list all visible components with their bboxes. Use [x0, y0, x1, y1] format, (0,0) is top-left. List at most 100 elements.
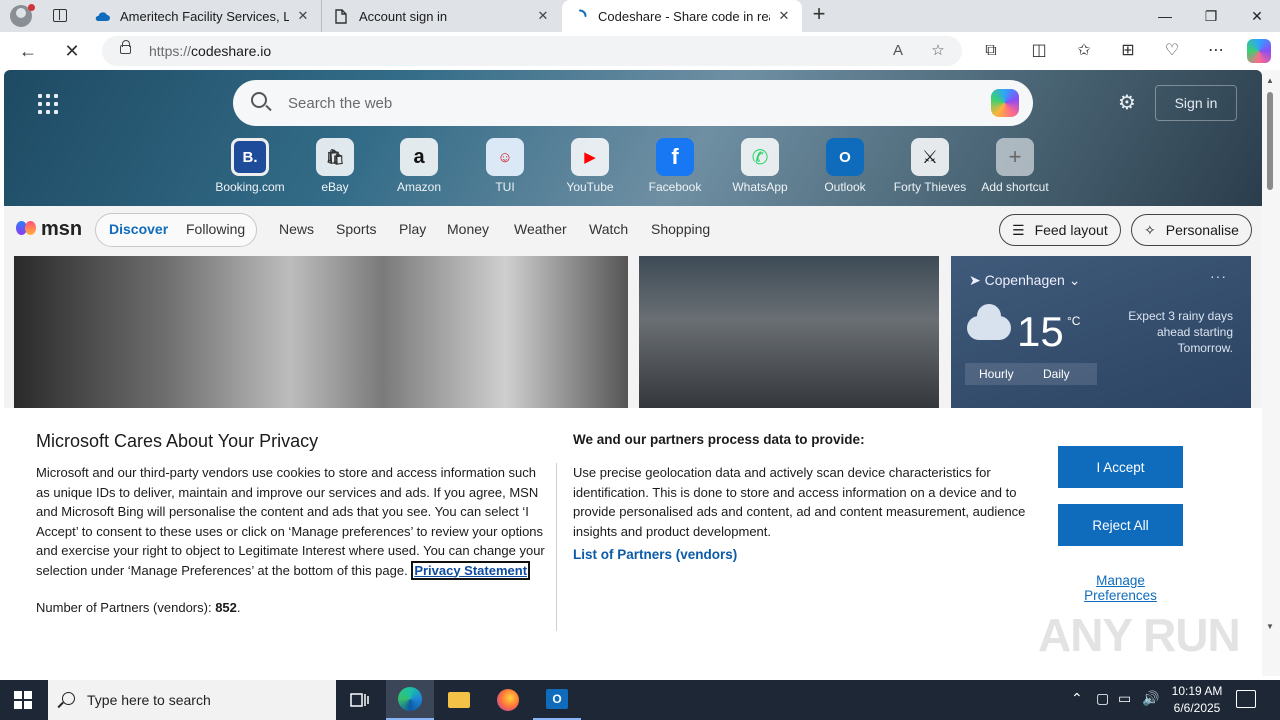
consent-body: Microsoft and our third-party vendors us…	[36, 463, 546, 580]
tab-codeshare[interactable]: Codeshare - Share code in real-ti ✕	[562, 0, 802, 32]
scroll-down-icon[interactable]: ▼	[1266, 622, 1274, 631]
web-search-box[interactable]	[233, 80, 1033, 126]
partners-count-label: Number of Partners (vendors):	[36, 600, 212, 615]
news-card-photo[interactable]	[14, 256, 628, 416]
page-icon	[333, 8, 349, 24]
url-text[interactable]: https://codeshare.io	[149, 43, 271, 59]
task-view-icon[interactable]	[336, 680, 384, 720]
favorites-icon[interactable]: ✩	[1073, 40, 1095, 62]
favorite-star-icon[interactable]: ☆	[928, 41, 948, 61]
tab-hourly[interactable]: Hourly	[979, 367, 1014, 381]
shortcut-amazon[interactable]: a Amazon	[379, 138, 459, 194]
device-icon[interactable]: ▢	[1096, 690, 1109, 707]
more-options-icon[interactable]: ⋯	[1205, 40, 1227, 62]
shortcut-forty-thieves[interactable]: ⚔ Forty Thieves	[890, 138, 970, 194]
tab-title: Ameritech Facility Services, LLC -	[120, 8, 289, 24]
chevron-up-icon[interactable]: ⌃	[1071, 690, 1083, 707]
address-bar[interactable]: https://codeshare.io A ☆	[102, 36, 962, 66]
tab-discover[interactable]: Discover	[109, 221, 168, 237]
back-arrow-icon[interactable]: ←	[14, 37, 42, 65]
new-tab-icon[interactable]: +	[808, 3, 830, 26]
weather-forecast[interactable]: Expect 3 rainy days ahead starting Tomor…	[1117, 308, 1233, 356]
shortcut-youtube[interactable]: ▶ YouTube	[550, 138, 630, 194]
tab-ameritech[interactable]: Ameritech Facility Services, LLC - ✕	[84, 0, 322, 32]
news-card-stock-exchange[interactable]	[639, 256, 939, 416]
manage-preferences-link[interactable]: Manage Preferences	[1058, 573, 1183, 603]
divider	[556, 463, 557, 631]
nav-shopping[interactable]: Shopping	[651, 221, 710, 237]
scroll-up-icon[interactable]: ▲	[1266, 76, 1274, 85]
gear-icon[interactable]: ⚙	[1116, 92, 1138, 114]
amazon-icon: a	[400, 138, 438, 176]
nav-news[interactable]: News	[279, 221, 314, 237]
privacy-statement-link[interactable]: Privacy Statement	[411, 560, 531, 580]
tab-daily[interactable]: Daily	[1043, 367, 1070, 381]
weather-card[interactable]: ➤ Copenhagen ⌄ ··· 15 °C Expect 3 rainy …	[951, 256, 1251, 416]
system-clock[interactable]: 10:19 AM 6/6/2025	[1168, 683, 1226, 717]
nav-weather[interactable]: Weather	[514, 221, 567, 237]
app-launcher-icon[interactable]	[38, 94, 58, 114]
search-input[interactable]	[288, 92, 968, 114]
windows-start-icon[interactable]	[14, 691, 32, 709]
file-explorer-icon[interactable]	[435, 680, 483, 720]
purposes-heading: We and our partners process data to prov…	[573, 432, 865, 447]
tab-account-sign-in[interactable]: Account sign in ✕	[323, 0, 561, 32]
close-tab-icon[interactable]: ✕	[295, 8, 311, 24]
nav-watch[interactable]: Watch	[589, 221, 628, 237]
cloud-icon	[967, 304, 1011, 340]
volume-icon[interactable]: 🔊	[1142, 690, 1159, 707]
extensions-icon[interactable]: ⧉	[980, 40, 1002, 62]
shortcut-add[interactable]: + Add shortcut	[975, 138, 1055, 194]
network-icon[interactable]: ▭	[1118, 690, 1131, 707]
close-tab-icon[interactable]: ✕	[776, 8, 792, 24]
copilot-icon[interactable]	[991, 89, 1019, 117]
tab-actions-icon[interactable]	[50, 6, 70, 26]
outlook-icon[interactable]: O	[533, 680, 581, 720]
taskbar-search[interactable]: Type here to search	[48, 680, 336, 720]
cloud-icon	[94, 8, 110, 24]
page-scrollbar[interactable]: ▲ ▼	[1262, 70, 1280, 676]
notifications-icon[interactable]	[1236, 690, 1256, 708]
partners-count-value: 852	[215, 600, 237, 615]
scrollbar-thumb[interactable]	[1267, 92, 1273, 190]
nav-sports[interactable]: Sports	[336, 221, 376, 237]
shortcut-tui[interactable]: ☺ TUI	[465, 138, 545, 194]
shortcut-facebook[interactable]: f Facebook	[635, 138, 715, 194]
shortcut-booking[interactable]: B. Booking.com	[210, 138, 290, 194]
tab-following[interactable]: Following	[186, 221, 245, 237]
firefox-icon[interactable]	[484, 680, 532, 720]
shortcut-outlook[interactable]: O Outlook	[805, 138, 885, 194]
privacy-consent-dialog: Microsoft Cares About Your Privacy Micro…	[4, 408, 1262, 676]
browser-essentials-icon[interactable]: ♡	[1161, 40, 1183, 62]
split-screen-icon[interactable]: ◫	[1028, 40, 1050, 62]
sign-in-button[interactable]: Sign in	[1155, 85, 1237, 121]
stop-loading-icon[interactable]: ✕	[58, 37, 86, 65]
lock-icon[interactable]	[120, 40, 131, 54]
reject-all-button[interactable]: Reject All	[1058, 504, 1183, 546]
read-aloud-icon[interactable]: A	[888, 41, 908, 61]
partners-list-link[interactable]: List of Partners (vendors)	[573, 547, 737, 562]
personalise-label: Personalise	[1165, 222, 1239, 238]
ebay-icon: 🛍	[316, 138, 354, 176]
feed-layout-button[interactable]: ☰ Feed layout	[999, 214, 1121, 246]
collections-icon[interactable]: ⊞	[1117, 40, 1139, 62]
personalise-button[interactable]: ✧ Personalise	[1131, 214, 1252, 246]
shortcut-whatsapp[interactable]: ✆ WhatsApp	[720, 138, 800, 194]
nav-money[interactable]: Money	[447, 221, 489, 237]
tab-strip: Ameritech Facility Services, LLC - ✕ Acc…	[0, 0, 1280, 32]
restore-icon[interactable]: ❐	[1188, 0, 1234, 32]
close-window-icon[interactable]: ✕	[1234, 0, 1280, 32]
copilot-icon[interactable]	[1247, 39, 1271, 63]
shortcut-ebay[interactable]: 🛍 eBay	[295, 138, 375, 194]
hero-background: ⚙ Sign in B. Booking.com 🛍 eBay a Amazon…	[4, 70, 1262, 206]
edge-icon[interactable]	[386, 680, 434, 720]
weather-location[interactable]: ➤ Copenhagen ⌄	[969, 272, 1080, 289]
minimize-icon[interactable]: —	[1142, 0, 1188, 32]
msn-logo[interactable]: msn	[16, 216, 82, 242]
nav-play[interactable]: Play	[399, 221, 426, 237]
shortcut-label: eBay	[321, 180, 349, 194]
shortcut-label: Booking.com	[215, 180, 285, 194]
accept-button[interactable]: I Accept	[1058, 446, 1183, 488]
close-tab-icon[interactable]: ✕	[535, 8, 551, 24]
more-icon[interactable]: ···	[1210, 268, 1227, 284]
